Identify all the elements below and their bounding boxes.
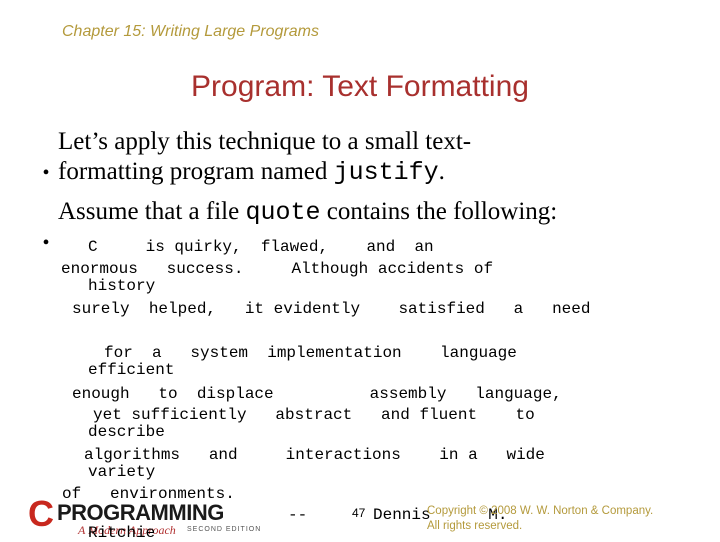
quote-author-last: Ritchie	[88, 524, 156, 542]
quote-line: C is quirky, flawed, and an	[88, 238, 434, 256]
bullet-1-text: formatting program named	[58, 158, 334, 185]
bullet-1-line-1: Let’s apply this technique to a small te…	[58, 128, 472, 155]
bullet-1-punct: .	[438, 158, 445, 185]
page-number: 47	[352, 506, 366, 520]
chapter-heading: Chapter 15: Writing Large Programs	[62, 23, 319, 40]
quote-dash: --	[288, 506, 308, 524]
quote-line: algorithms and interactions in a wide	[84, 446, 545, 464]
code-justify: justify	[333, 158, 439, 187]
quote-line: for a system implementation language	[104, 344, 517, 362]
quote-line: efficient	[88, 361, 175, 379]
quote-line: surely helped, it evidently satisfied a …	[72, 300, 591, 318]
quote-line: history	[88, 277, 156, 295]
quote-line: variety	[88, 463, 156, 481]
bullet-2-text: Assume that a file	[58, 198, 246, 225]
quote-line: enormous success. Although accidents of	[61, 260, 494, 278]
logo-edition: SECOND EDITION	[187, 526, 262, 533]
copyright-notice: Copyright © 2008 W. W. Norton & Company.…	[427, 504, 653, 534]
copyright-line-2: All rights reserved.	[427, 520, 523, 532]
bullet-2-text-end: contains the following:	[320, 198, 558, 225]
copyright-line-1: Copyright © 2008 W. W. Norton & Company.	[427, 505, 654, 517]
bullet-icon: •	[42, 232, 50, 254]
bullet-icon: •	[42, 162, 50, 184]
bullet-1-line-2: formatting program named justify.	[58, 157, 445, 188]
logo-c-letter: C	[28, 493, 54, 534]
quote-line: yet sufficiently abstract and fluent to	[93, 406, 535, 424]
code-quote: quote	[245, 198, 321, 227]
bullet-1: •	[30, 127, 50, 188]
slide-title: Program: Text Formatting	[191, 70, 529, 103]
bullet-2-line: Assume that a file quote contains the fo…	[58, 197, 557, 228]
quote-line: describe	[88, 423, 165, 441]
quote-line: enough to displace assembly language,	[72, 385, 562, 403]
bullet-2: •	[30, 197, 50, 258]
